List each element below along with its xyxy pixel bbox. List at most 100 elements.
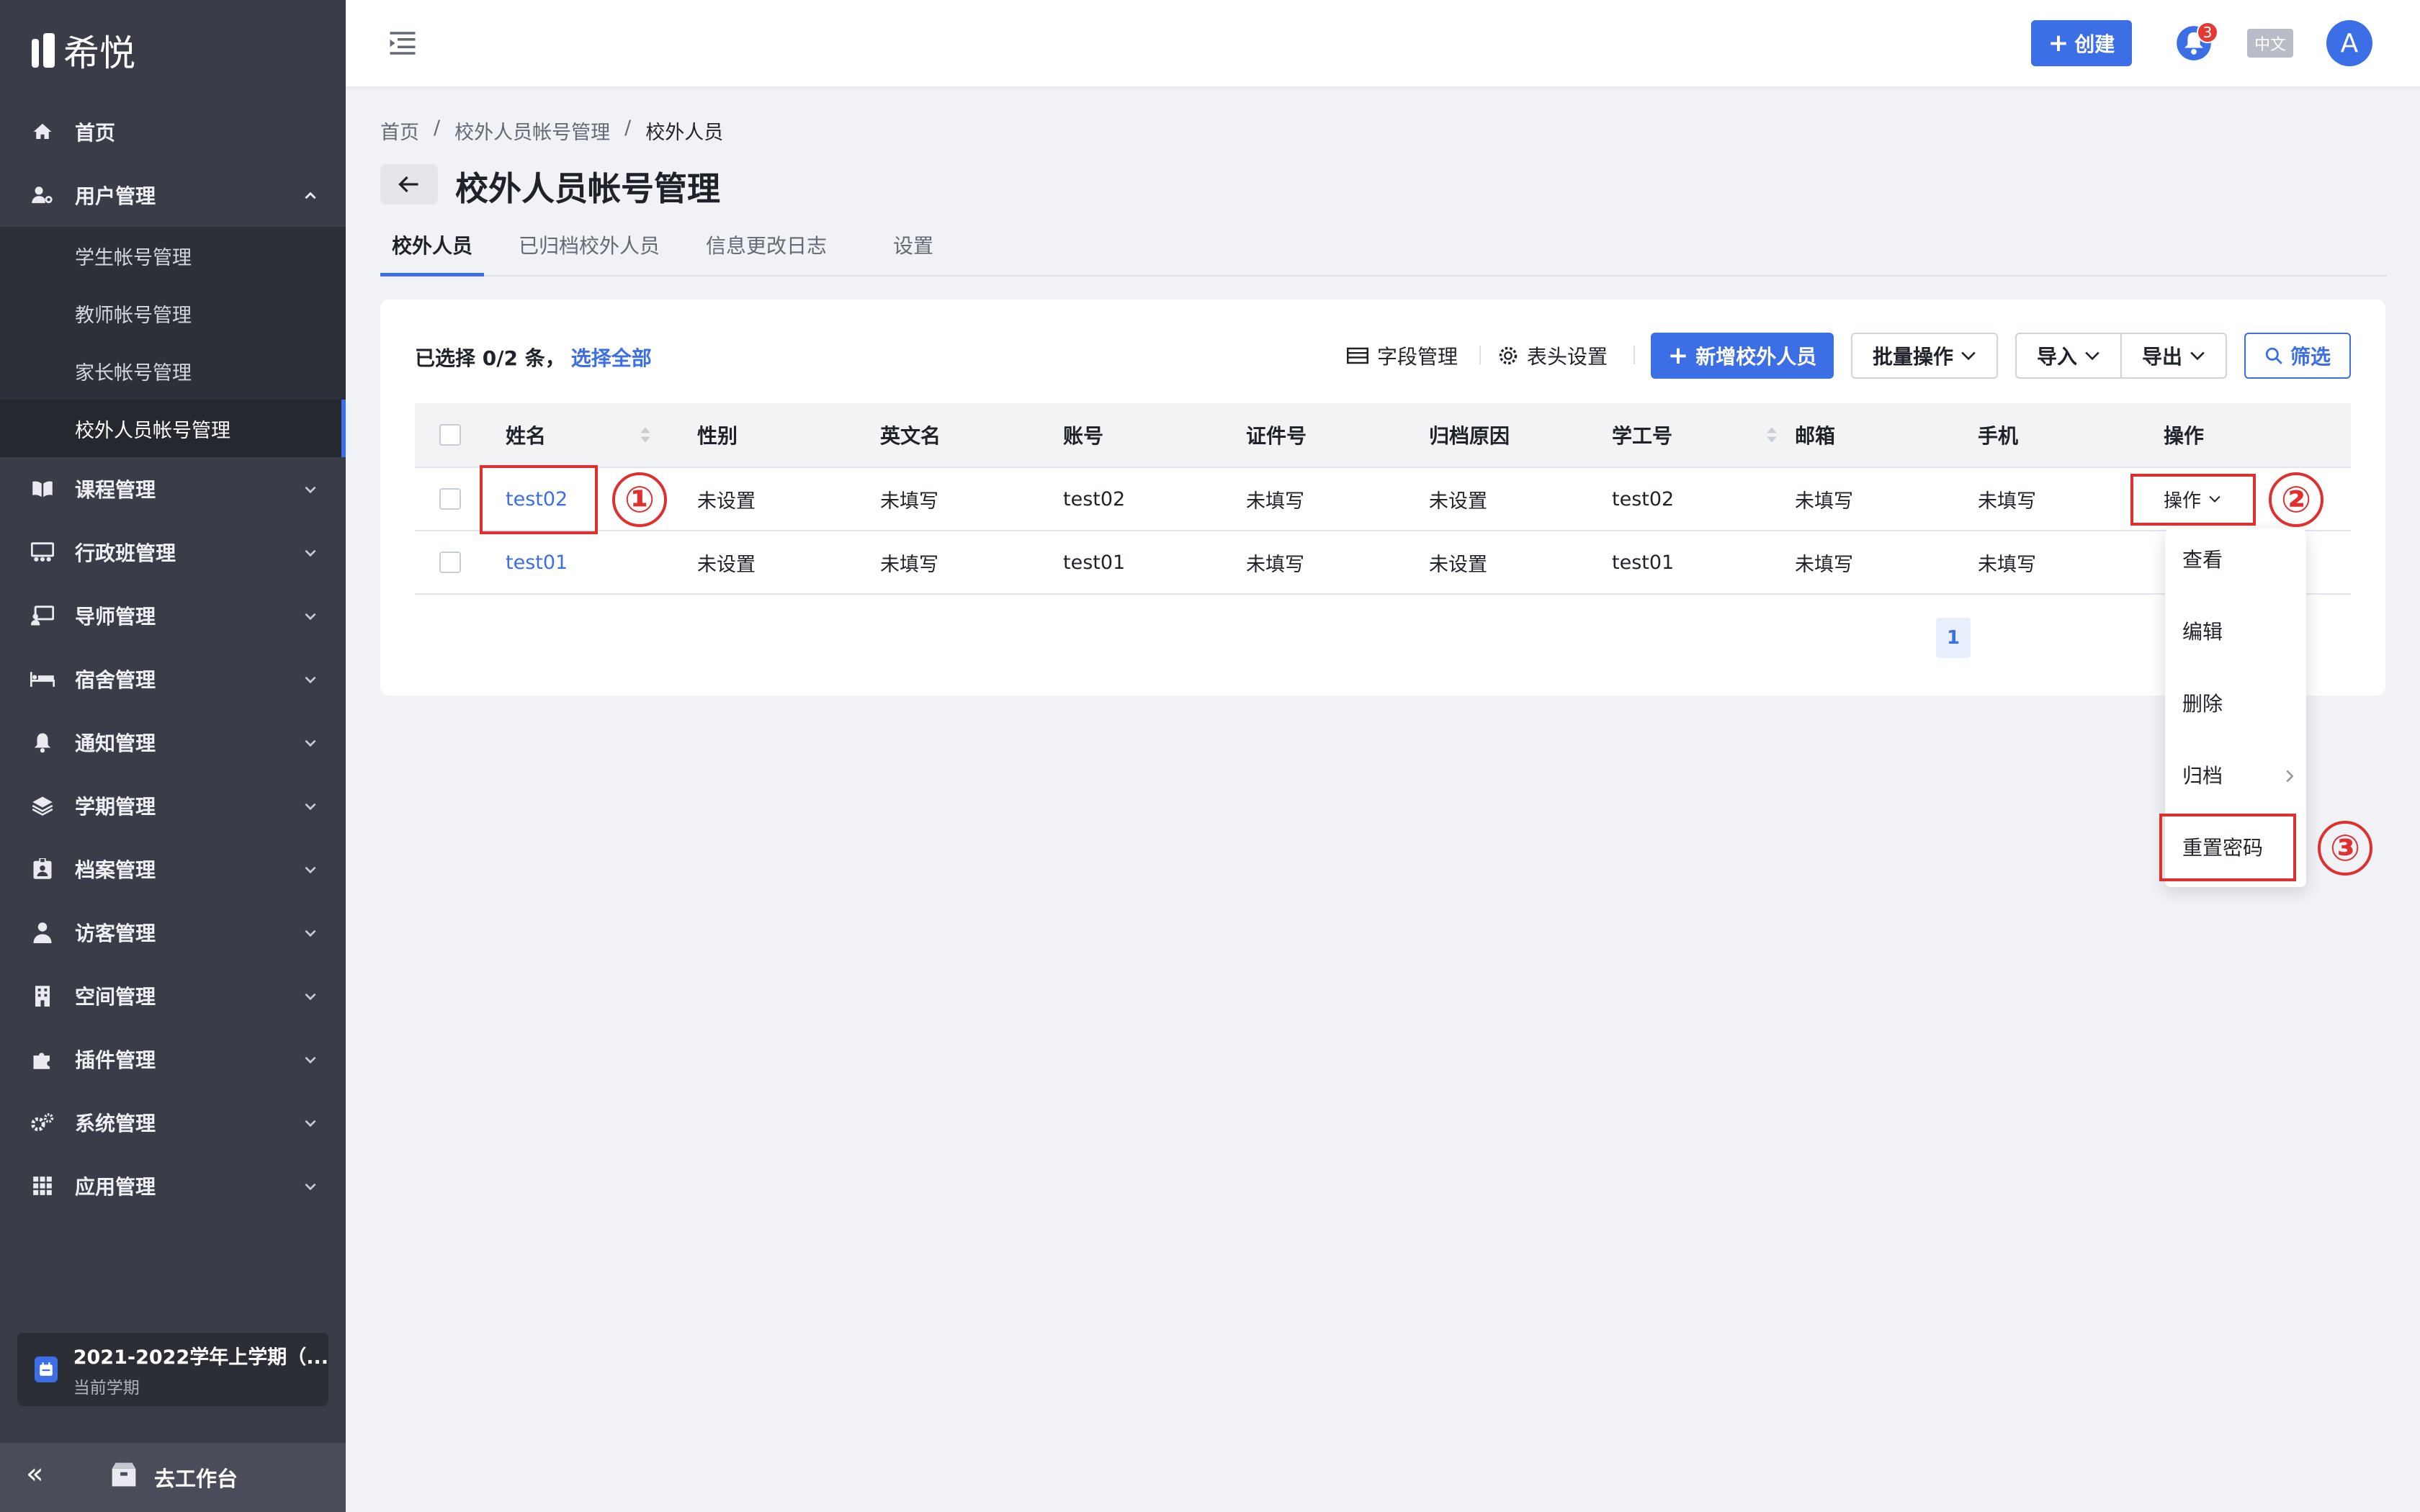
app-logo[interactable]: 希悦 xyxy=(32,24,135,76)
tab-bar: 校外人员 已归档校外人员 信息更改日志 设置 xyxy=(380,220,2387,276)
bell-icon xyxy=(30,730,55,755)
collapse-sidebar-button[interactable]: « xyxy=(26,1457,43,1490)
sidebar-item-space[interactable]: 空间管理 xyxy=(0,964,346,1027)
breadcrumb-current: 校外人员 xyxy=(645,122,724,144)
sidebar-item-label: 插件管理 xyxy=(75,1048,156,1072)
sidebar-item-plugin[interactable]: 插件管理 xyxy=(0,1027,346,1091)
menu-toggle-icon[interactable] xyxy=(387,30,418,59)
add-external-staff-button[interactable]: + 新增校外人员 xyxy=(1651,333,1834,379)
back-button[interactable] xyxy=(380,164,438,204)
column-header-name[interactable]: 姓名 xyxy=(506,403,651,467)
account-cell: test02 xyxy=(1063,487,1126,510)
sidebar-item-dorm[interactable]: 宿舍管理 xyxy=(0,647,346,711)
menu-item-view[interactable]: 查看 xyxy=(2182,544,2223,573)
staff-number-cell: test02 xyxy=(1612,487,1675,510)
table-row: test01 未设置 未填写 test01 未填写 未设置 test01 未填写… xyxy=(415,531,2351,595)
language-switch[interactable]: 中文 xyxy=(2247,29,2293,58)
main-card: 已选择 0/2 条， 选择全部 字段管理 表头设置 + 新增校外人员 批量操作 导… xyxy=(380,300,2385,696)
annotation-number-3: ③ xyxy=(2318,821,2372,876)
bed-icon xyxy=(30,667,55,691)
tab-archived-staff[interactable]: 已归档校外人员 xyxy=(519,230,660,276)
staff-number-cell: test01 xyxy=(1612,551,1675,574)
select-all-checkbox-cell[interactable] xyxy=(439,403,461,467)
row-checkbox[interactable] xyxy=(439,552,461,573)
row-checkbox[interactable] xyxy=(439,488,461,510)
sidebar-item-archive[interactable]: 档案管理 xyxy=(0,837,346,901)
sidebar-item-class[interactable]: 行政班管理 xyxy=(0,521,346,584)
select-all-link[interactable]: 选择全部 xyxy=(571,346,652,370)
chevron-down-icon xyxy=(305,486,316,494)
column-header-label: 姓名 xyxy=(506,424,547,448)
go-workbench-button[interactable]: 去工作台 xyxy=(109,1462,238,1493)
sidebar-item-teacher-accounts[interactable]: 教师帐号管理 xyxy=(0,284,346,342)
tab-external-staff[interactable]: 校外人员 xyxy=(380,230,484,276)
batch-operations-button[interactable]: 批量操作 xyxy=(1851,333,1998,379)
breadcrumb: 首页 / 校外人员帐号管理 / 校外人员 xyxy=(380,117,723,145)
chevron-down-icon xyxy=(305,1120,316,1128)
sidebar-item-label: 应用管理 xyxy=(75,1175,156,1199)
sidebar-item-system[interactable]: 系统管理 xyxy=(0,1091,346,1154)
breadcrumb-external-accounts[interactable]: 校外人员帐号管理 xyxy=(454,117,610,145)
column-header-staff-number[interactable]: 学工号 xyxy=(1612,403,1778,467)
id-badge-icon xyxy=(30,857,55,881)
menu-item-archive[interactable]: 归档 xyxy=(2182,760,2223,789)
email-cell: 未填写 xyxy=(1795,490,1853,513)
sidebar-item-course[interactable]: 课程管理 xyxy=(0,457,346,521)
header-settings-button[interactable]: 表头设置 xyxy=(1498,341,1608,370)
sidebar-item-home[interactable]: 首页 xyxy=(0,100,346,163)
sidebar-item-parent-accounts[interactable]: 家长帐号管理 xyxy=(0,342,346,400)
sidebar-item-label: 行政班管理 xyxy=(75,541,176,565)
visitor-icon xyxy=(30,920,55,945)
chevron-down-icon xyxy=(2190,351,2205,361)
chevron-up-icon xyxy=(305,192,316,199)
select-all-checkbox[interactable] xyxy=(439,424,461,446)
chevron-down-icon xyxy=(305,1183,316,1191)
field-manage-button[interactable]: 字段管理 xyxy=(1347,341,1458,370)
sidebar-item-external-accounts[interactable]: 校外人员帐号管理 xyxy=(0,400,346,457)
chevron-down-icon xyxy=(305,676,316,684)
page-title: 校外人员帐号管理 xyxy=(455,169,720,208)
sort-icon[interactable] xyxy=(1766,426,1778,444)
export-button[interactable]: 导出 xyxy=(2120,333,2227,379)
row-checkbox-cell[interactable] xyxy=(439,531,461,593)
staff-name-link[interactable]: test01 xyxy=(506,531,568,593)
sidebar-nav: 首页 用户管理 学生帐号管理 教师帐号管理 家长帐号管理 校外人员帐号管理 课程… xyxy=(0,100,346,1218)
sidebar-item-term[interactable]: 学期管理 xyxy=(0,774,346,837)
sidebar-item-label: 空间管理 xyxy=(75,985,156,1009)
sidebar-item-visitor[interactable]: 访客管理 xyxy=(0,901,346,964)
sidebar-item-user-management[interactable]: 用户管理 xyxy=(0,163,346,227)
sidebar-item-label: 课程管理 xyxy=(75,478,156,502)
import-button[interactable]: 导入 xyxy=(2015,333,2122,379)
current-term-card[interactable]: 2021-2022学年上学期（... 当前学期 xyxy=(17,1333,328,1406)
sidebar-item-student-accounts[interactable]: 学生帐号管理 xyxy=(0,227,346,284)
export-label: 导出 xyxy=(2141,345,2182,369)
annotation-number-2: ② xyxy=(2269,472,2323,527)
gender-cell: 未设置 xyxy=(697,490,756,513)
plus-icon: + xyxy=(2048,29,2069,58)
chevron-down-icon xyxy=(305,993,316,1001)
tab-settings[interactable]: 设置 xyxy=(893,230,933,276)
workbench-label: 去工作台 xyxy=(154,1466,238,1491)
menu-item-delete[interactable]: 删除 xyxy=(2182,688,2223,717)
sort-icon[interactable] xyxy=(640,426,651,444)
user-avatar[interactable]: A xyxy=(2326,20,2372,66)
sidebar-item-mentor[interactable]: 导师管理 xyxy=(0,584,346,647)
gender-cell: 未设置 xyxy=(697,553,756,576)
tab-change-log[interactable]: 信息更改日志 xyxy=(706,230,827,276)
pagination-page-1[interactable]: 1 xyxy=(1936,618,1971,658)
create-button[interactable]: + 创建 xyxy=(2031,20,2132,66)
row-checkbox-cell[interactable] xyxy=(439,468,461,530)
selection-info: 已选择 0/2 条， 选择全部 xyxy=(415,343,652,372)
menu-item-edit[interactable]: 编辑 xyxy=(2182,616,2223,645)
selection-count: 已选择 0/2 条， xyxy=(415,346,565,370)
user-gear-icon xyxy=(30,183,55,207)
staff-table: 姓名 性别 英文名 账号 证件号 归档原因 学工号 邮箱 手机 操作 test0… xyxy=(415,403,2351,595)
sidebar-item-apps[interactable]: 应用管理 xyxy=(0,1154,346,1218)
table-row: test02 未设置 未填写 test02 未填写 未设置 test02 未填写… xyxy=(415,468,2351,531)
sidebar-item-notice[interactable]: 通知管理 xyxy=(0,711,346,774)
filter-button[interactable]: 筛选 xyxy=(2244,333,2351,379)
column-header-email: 邮箱 xyxy=(1795,424,1836,448)
column-header-gender: 性别 xyxy=(697,424,738,448)
toolbar-divider xyxy=(1634,346,1635,364)
breadcrumb-home[interactable]: 首页 xyxy=(380,117,419,145)
